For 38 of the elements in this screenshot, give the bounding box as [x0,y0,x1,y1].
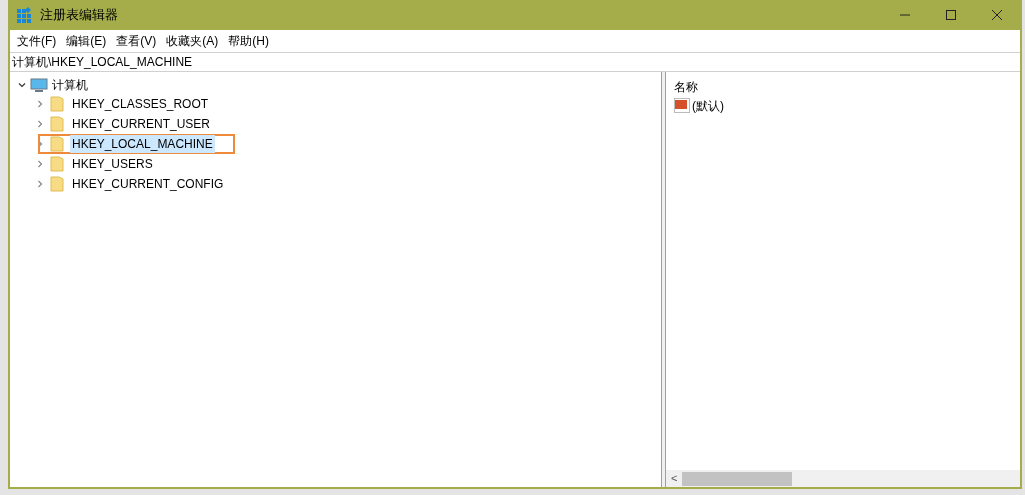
tree-item[interactable]: HKEY_CLASSES_ROOT [38,94,231,114]
window-title: 注册表编辑器 [40,6,118,25]
folder-icon [50,176,64,192]
tree-item[interactable]: HKEY_CURRENT_USER [38,114,233,134]
tree-label: HKEY_CLASSES_ROOT [71,96,210,113]
column-header[interactable]: 名称 [674,78,1020,96]
string-value-icon [674,98,690,114]
tree-item[interactable]: HKEY_CURRENT_CONFIG [38,174,246,194]
chevron-down-icon[interactable] [18,81,26,89]
tree-label: HKEY_USERS [71,156,154,173]
menu-item[interactable]: 帮助(H) [224,32,273,50]
menu-item[interactable]: 文件(F) [13,32,61,50]
folder-icon [50,156,64,172]
maximize-icon [946,10,956,20]
folder-icon [50,116,64,132]
tree-label: 计算机 [52,77,88,94]
tree-item[interactable]: HKEY_USERS [38,154,175,174]
tree-label: HKEY_LOCAL_MACHINE [70,135,215,153]
chevron-right-icon[interactable] [36,180,44,188]
menu-item[interactable]: 查看(V) [112,32,161,50]
chevron-right-icon[interactable] [36,120,44,128]
registry-app-icon [16,7,32,23]
value-name[interactable]: (默认) [692,97,724,115]
address-bar[interactable]: 计算机\HKEY_LOCAL_MACHINE [10,52,1020,72]
scroll-left-arrow[interactable]: < [666,470,683,487]
highlighted-tree-item[interactable]: HKEY_LOCAL_MACHINE [38,134,235,154]
computer-icon [30,78,48,92]
menu-item[interactable]: 收藏夹(A) [162,32,223,50]
tree-label: HKEY_CURRENT_CONFIG [71,176,225,193]
folder-icon [50,136,64,152]
folder-icon [50,96,64,112]
tree-label: HKEY_CURRENT_USER [71,116,212,133]
menu-item[interactable]: 编辑(E) [62,32,111,50]
horizontal-scrollbar[interactable]: < [666,470,1020,487]
chevron-right-icon[interactable] [36,100,44,108]
close-icon [992,10,1002,20]
chevron-right-icon[interactable] [36,160,44,168]
tree-item[interactable]: 计算机 [18,76,661,94]
